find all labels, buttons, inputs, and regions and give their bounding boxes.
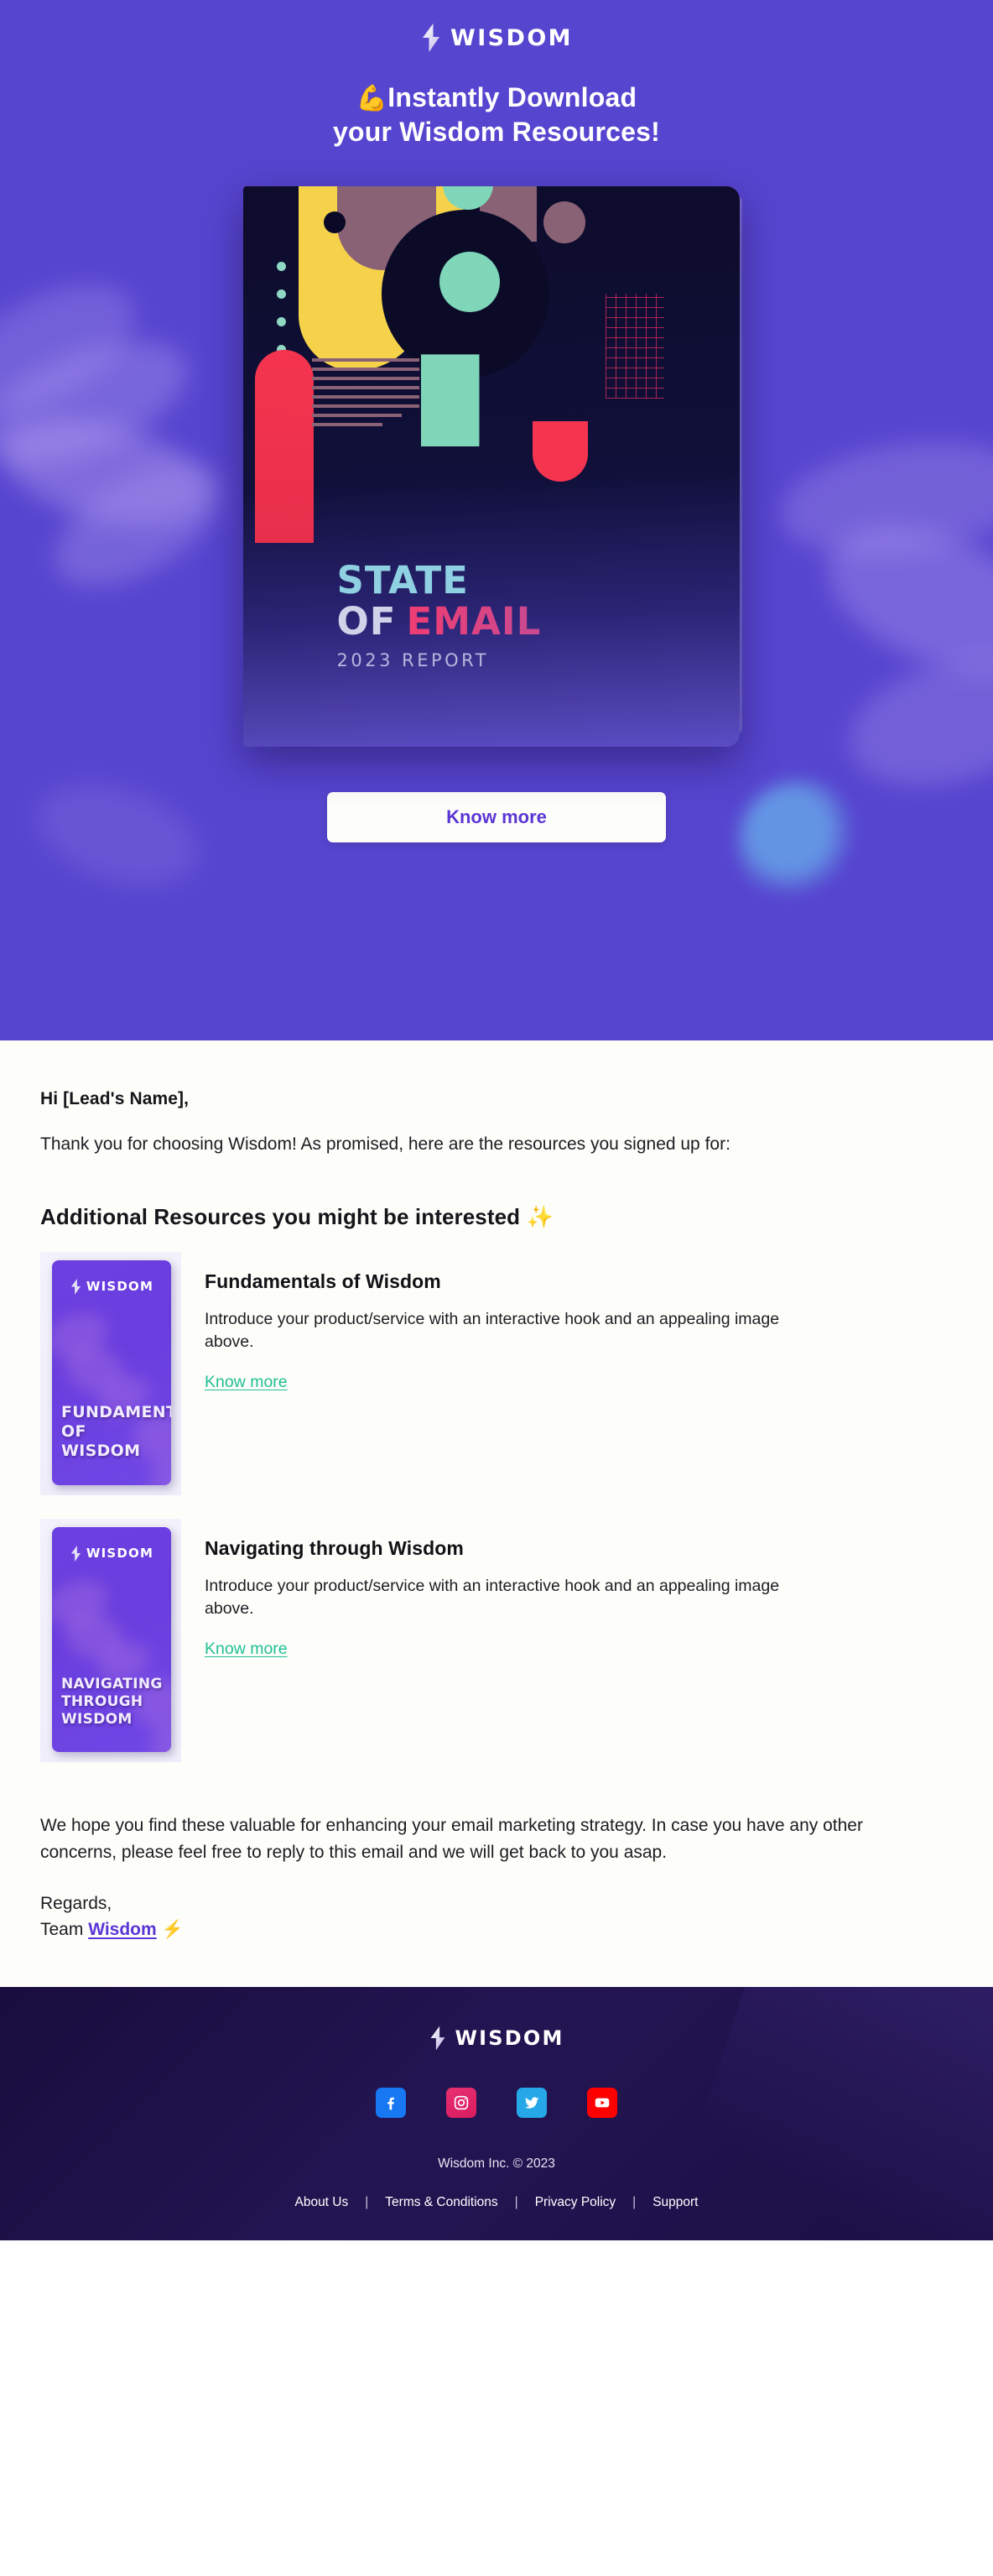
book-title-state: STATE (336, 558, 469, 603)
book-title-email: EMAIL (406, 599, 542, 644)
resource-thumbnail[interactable]: WISDOM FUNDAMENTALS OF WISDOM (40, 1251, 181, 1495)
outro-paragraph: We hope you find these valuable for enha… (40, 1815, 863, 1863)
hero-headline-line2: your Wisdom Resources! (333, 117, 660, 148)
thumbnail-title-line2: OF WISDOM (61, 1422, 141, 1461)
footer-link-privacy-policy[interactable]: Privacy Policy (518, 2195, 632, 2210)
thumbnail-title: FUNDAMENTALS OF WISDOM (61, 1403, 171, 1462)
resource-description: Introduce your product/service with an i… (205, 1309, 780, 1352)
hero-section: WISDOM 💪Instantly Download your Wisdom R… (0, 0, 993, 1040)
footer-link-about-us[interactable]: About Us (278, 2195, 365, 2210)
youtube-icon[interactable] (587, 2087, 617, 2118)
footer-link-support[interactable]: Support (636, 2195, 715, 2210)
section-heading: Additional Resources you might be intere… (40, 1204, 953, 1230)
signature-wisdom-link[interactable]: Wisdom (88, 1920, 156, 1939)
header-logo-text: WISDOM (450, 24, 573, 51)
book-cover-title: STATE OF EMAIL 2023 REPORT (337, 561, 542, 670)
know-more-button[interactable]: Know more (327, 792, 666, 843)
footer-link-terms-conditions[interactable]: Terms & Conditions (368, 2195, 514, 2210)
footer-logo-text: WISDOM (455, 2026, 564, 2050)
signature-block: Regards, Team Wisdom ⚡ (40, 1890, 953, 1943)
header-logo[interactable]: WISDOM (0, 0, 993, 52)
book-subtitle: 2023 REPORT (336, 650, 490, 671)
resource-know-more-link[interactable]: Know more (205, 1640, 288, 1659)
footer-nav-links: About Us | Terms & Conditions | Privacy … (0, 2195, 993, 2210)
resource-description: Introduce your product/service with an i… (205, 1576, 780, 1619)
thumbnail-logo-text: WISDOM (86, 1279, 154, 1295)
social-links (0, 2087, 993, 2118)
book-title-of: OF (336, 599, 397, 644)
thumbnail-logo: WISDOM (52, 1278, 171, 1295)
email-root: WISDOM 💪Instantly Download your Wisdom R… (0, 0, 993, 2576)
greeting-text: Hi [Lead's Name], (40, 1089, 190, 1108)
footer-logo[interactable]: WISDOM (0, 2026, 993, 2051)
resource-know-more-link[interactable]: Know more (205, 1373, 288, 1392)
thumbnail-title: NAVIGATING THROUGH WISDOM (61, 1676, 164, 1728)
sparkles-emoji: ✨ (526, 1203, 554, 1229)
email-body: Hi [Lead's Name], Thank you for choosing… (0, 1040, 993, 1987)
signature-team-prefix: Team (40, 1920, 89, 1940)
twitter-icon[interactable] (517, 2087, 547, 2118)
hero-headline: 💪Instantly Download your Wisdom Resource… (0, 81, 993, 149)
section-heading-text: Additional Resources you might be intere… (40, 1203, 521, 1229)
hero-headline-line1: Instantly Download (387, 82, 637, 112)
lightning-bolt-icon (429, 2026, 447, 2051)
copyright-text: Wisdom Inc. © 2023 (438, 2156, 555, 2171)
thumbnail-title-line2: THROUGH WISDOM (61, 1693, 143, 1728)
resource-title: Fundamentals of Wisdom (205, 1270, 441, 1292)
facebook-icon[interactable] (376, 2087, 406, 2118)
lightning-bolt-icon (70, 1545, 82, 1562)
lightning-bolt-icon (70, 1278, 82, 1295)
thumbnail-logo-text: WISDOM (86, 1546, 154, 1562)
resource-thumbnail[interactable]: WISDOM NAVIGATING THROUGH WISDOM (40, 1518, 181, 1762)
email-footer: WISDOM Wisdom Inc. © 2023 About Us | Ter… (0, 1986, 993, 2240)
flexed-biceps-emoji: 💪 (356, 85, 388, 112)
resource-card[interactable]: WISDOM NAVIGATING THROUGH WISDOM Navigat… (40, 1518, 953, 1762)
ebook-cover-image[interactable]: STATE OF EMAIL 2023 REPORT (237, 186, 756, 774)
thumbnail-title-line1: FUNDAMENTALS (61, 1403, 171, 1422)
thumbnail-title-line1: NAVIGATING (61, 1676, 163, 1693)
resource-title: Navigating through Wisdom (205, 1536, 464, 1559)
signature-regards: Regards, (40, 1893, 112, 1913)
instagram-icon[interactable] (446, 2087, 476, 2118)
thumbnail-logo: WISDOM (52, 1545, 171, 1562)
lightning-bolt-icon (420, 23, 442, 52)
intro-paragraph: Thank you for choosing Wisdom! As promis… (40, 1134, 730, 1154)
high-voltage-emoji: ⚡ (161, 1920, 184, 1940)
resource-card[interactable]: WISDOM FUNDAMENTALS OF WISDOM Fundamenta… (40, 1251, 953, 1495)
